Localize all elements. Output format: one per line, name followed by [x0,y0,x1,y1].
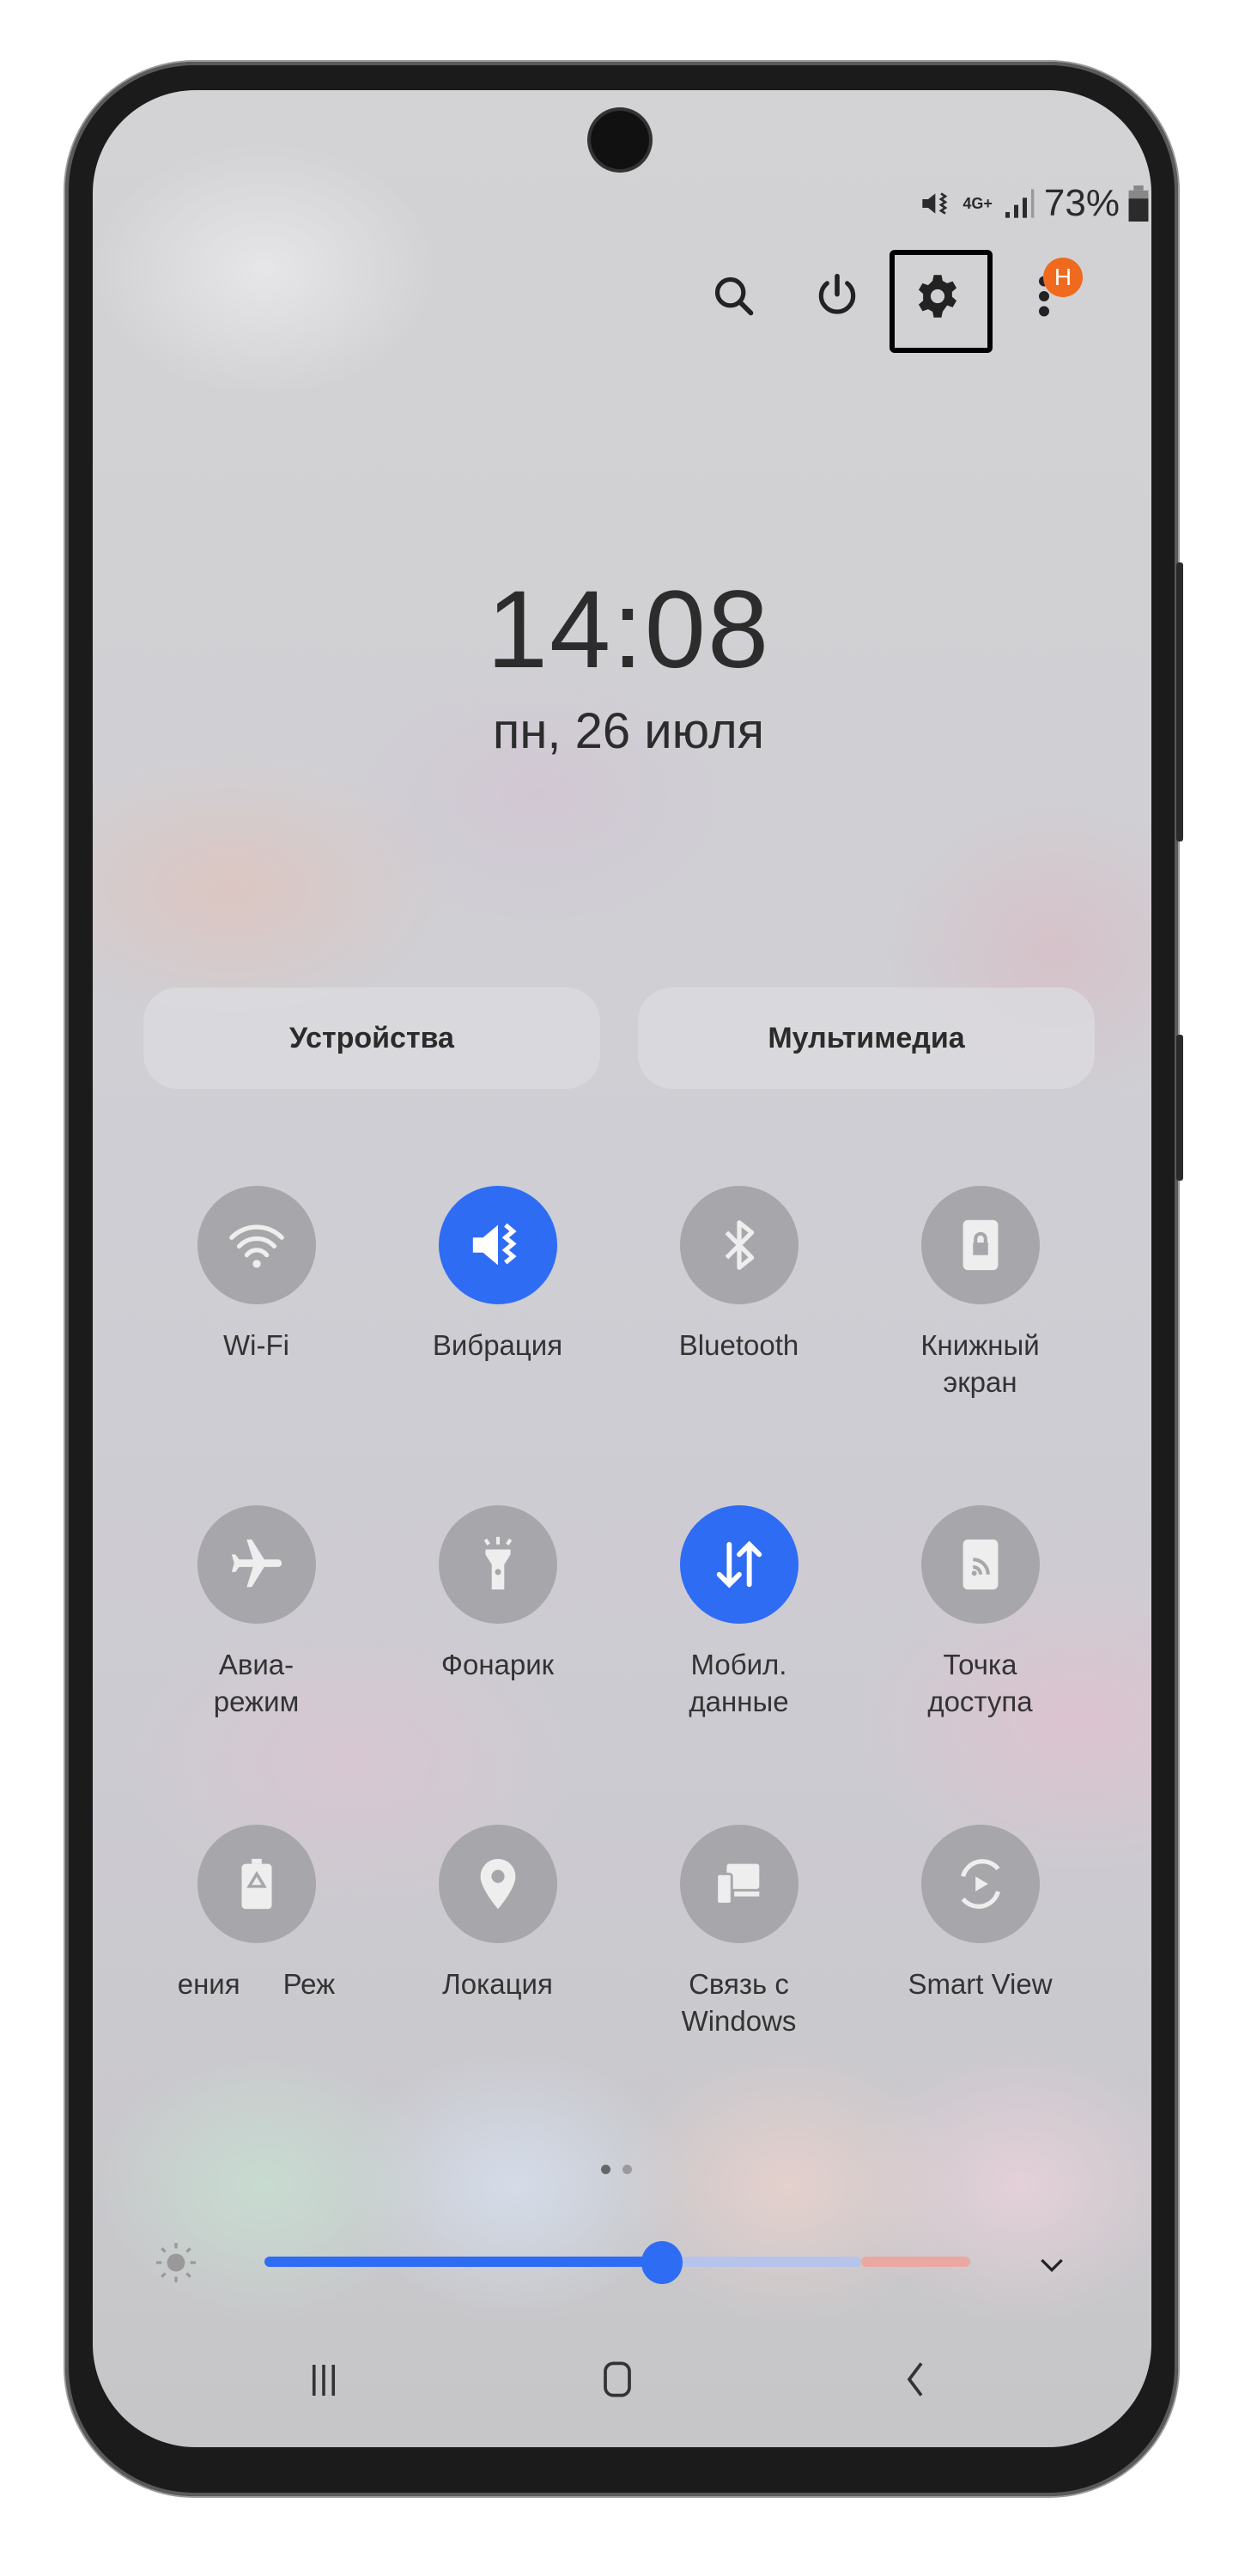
search-button[interactable] [704,266,764,326]
flashlight-icon [483,1536,512,1590]
tile-smart-view[interactable]: Smart View [859,1825,1101,2144]
tile-label-line2: Windows [681,2005,797,2037]
tile-label: Точка [943,1649,1017,1680]
tile-label: Wi-Fi [223,1329,289,1361]
tile-wifi[interactable]: Wi-Fi [136,1186,377,1505]
page-dot-active [601,2165,610,2174]
page-dot [622,2165,632,2174]
clock-date: пн, 26 июля [492,703,765,759]
wifi-icon [228,1224,284,1268]
brightness-icon [156,2243,196,2282]
clock-time: 14:08 [486,568,771,691]
tile-label: Мобил. [690,1649,787,1680]
location-icon [480,1858,515,1910]
tile-flashlight[interactable]: Фонарик [377,1505,618,1825]
gear-icon [918,275,957,318]
tile-label-line2: данные [689,1686,789,1717]
side-button [1176,1035,1183,1181]
hotspot-icon [962,1539,998,1590]
power-button[interactable] [807,266,867,326]
tile-location[interactable]: Локация [377,1825,618,2144]
devices-button[interactable]: Устройства [143,987,600,1089]
status-bar: 4G+ 73% [920,182,1149,225]
chevron-down-icon[interactable] [1035,2247,1069,2281]
tile-link-to-windows[interactable]: Связь с Windows [618,1825,859,2144]
bluetooth-icon [725,1220,754,1270]
portrait-lock-icon [962,1219,998,1271]
network-type: 4G+ [962,195,993,212]
tile-label-line2: экран [943,1366,1017,1398]
media-button[interactable]: Мультимедиа [638,987,1095,1089]
battery-icon [1128,185,1149,222]
tile-bluetooth[interactable]: Bluetooth [618,1186,859,1505]
search-icon [714,276,754,316]
tile-hotspot[interactable]: Точка доступа [859,1505,1101,1825]
brightness-fill [264,2257,662,2267]
tile-label: Вибрация [432,1329,563,1361]
page-indicator [601,2165,632,2174]
tile-mobile-data[interactable]: Мобил. данные [618,1505,859,1825]
tile-vibrate[interactable]: Вибрация [377,1186,618,1505]
front-camera [591,111,649,169]
tile-label: Локация [442,1968,553,2000]
vibrate-icon [472,1223,517,1266]
battery-percent: 73% [1043,182,1120,224]
mobile-data-icon [716,1540,762,1589]
tile-label: Фонарик [440,1649,555,1680]
tile-label: Книжный [920,1329,1040,1361]
tile-label: Связь с [689,1968,789,2000]
recent-apps-icon[interactable] [301,2357,347,2403]
tile-power-saving[interactable]: ения Реж [136,1825,377,2144]
power-saving-icon [241,1858,271,1910]
tile-label-line2: доступа [927,1686,1033,1717]
smart-view-icon [960,1859,1000,1909]
home-icon[interactable] [593,2355,641,2403]
vibrate-status-icon [922,192,948,215]
brightness-track[interactable] [662,2257,861,2267]
power-icon [818,273,856,314]
signal-icon [1005,189,1035,218]
tile-label: Bluetooth [678,1329,799,1361]
brightness-slider-thumb[interactable] [641,2241,683,2284]
notification-badge: H [1043,258,1083,297]
settings-button[interactable] [908,266,968,326]
tile-portrait[interactable]: Книжный экран [859,1186,1101,1505]
tile-label: Smart View [908,1968,1053,2000]
airplane-icon [231,1539,282,1588]
quick-settings-grid: Wi-Fi Вибрация Bluetooth Книжный экран Ав… [136,1186,1101,2144]
tile-label-line2: Реж [282,1968,336,2000]
brightness-track-extra[interactable] [861,2257,970,2267]
tile-label: Авиа- [218,1649,295,1680]
tile-airplane[interactable]: Авиа-режим [136,1505,377,1825]
back-icon[interactable] [891,2355,939,2403]
tile-label: ения [177,1968,240,2000]
link-to-windows-icon [714,1863,759,1905]
tile-label-line2: режим [213,1686,300,1717]
